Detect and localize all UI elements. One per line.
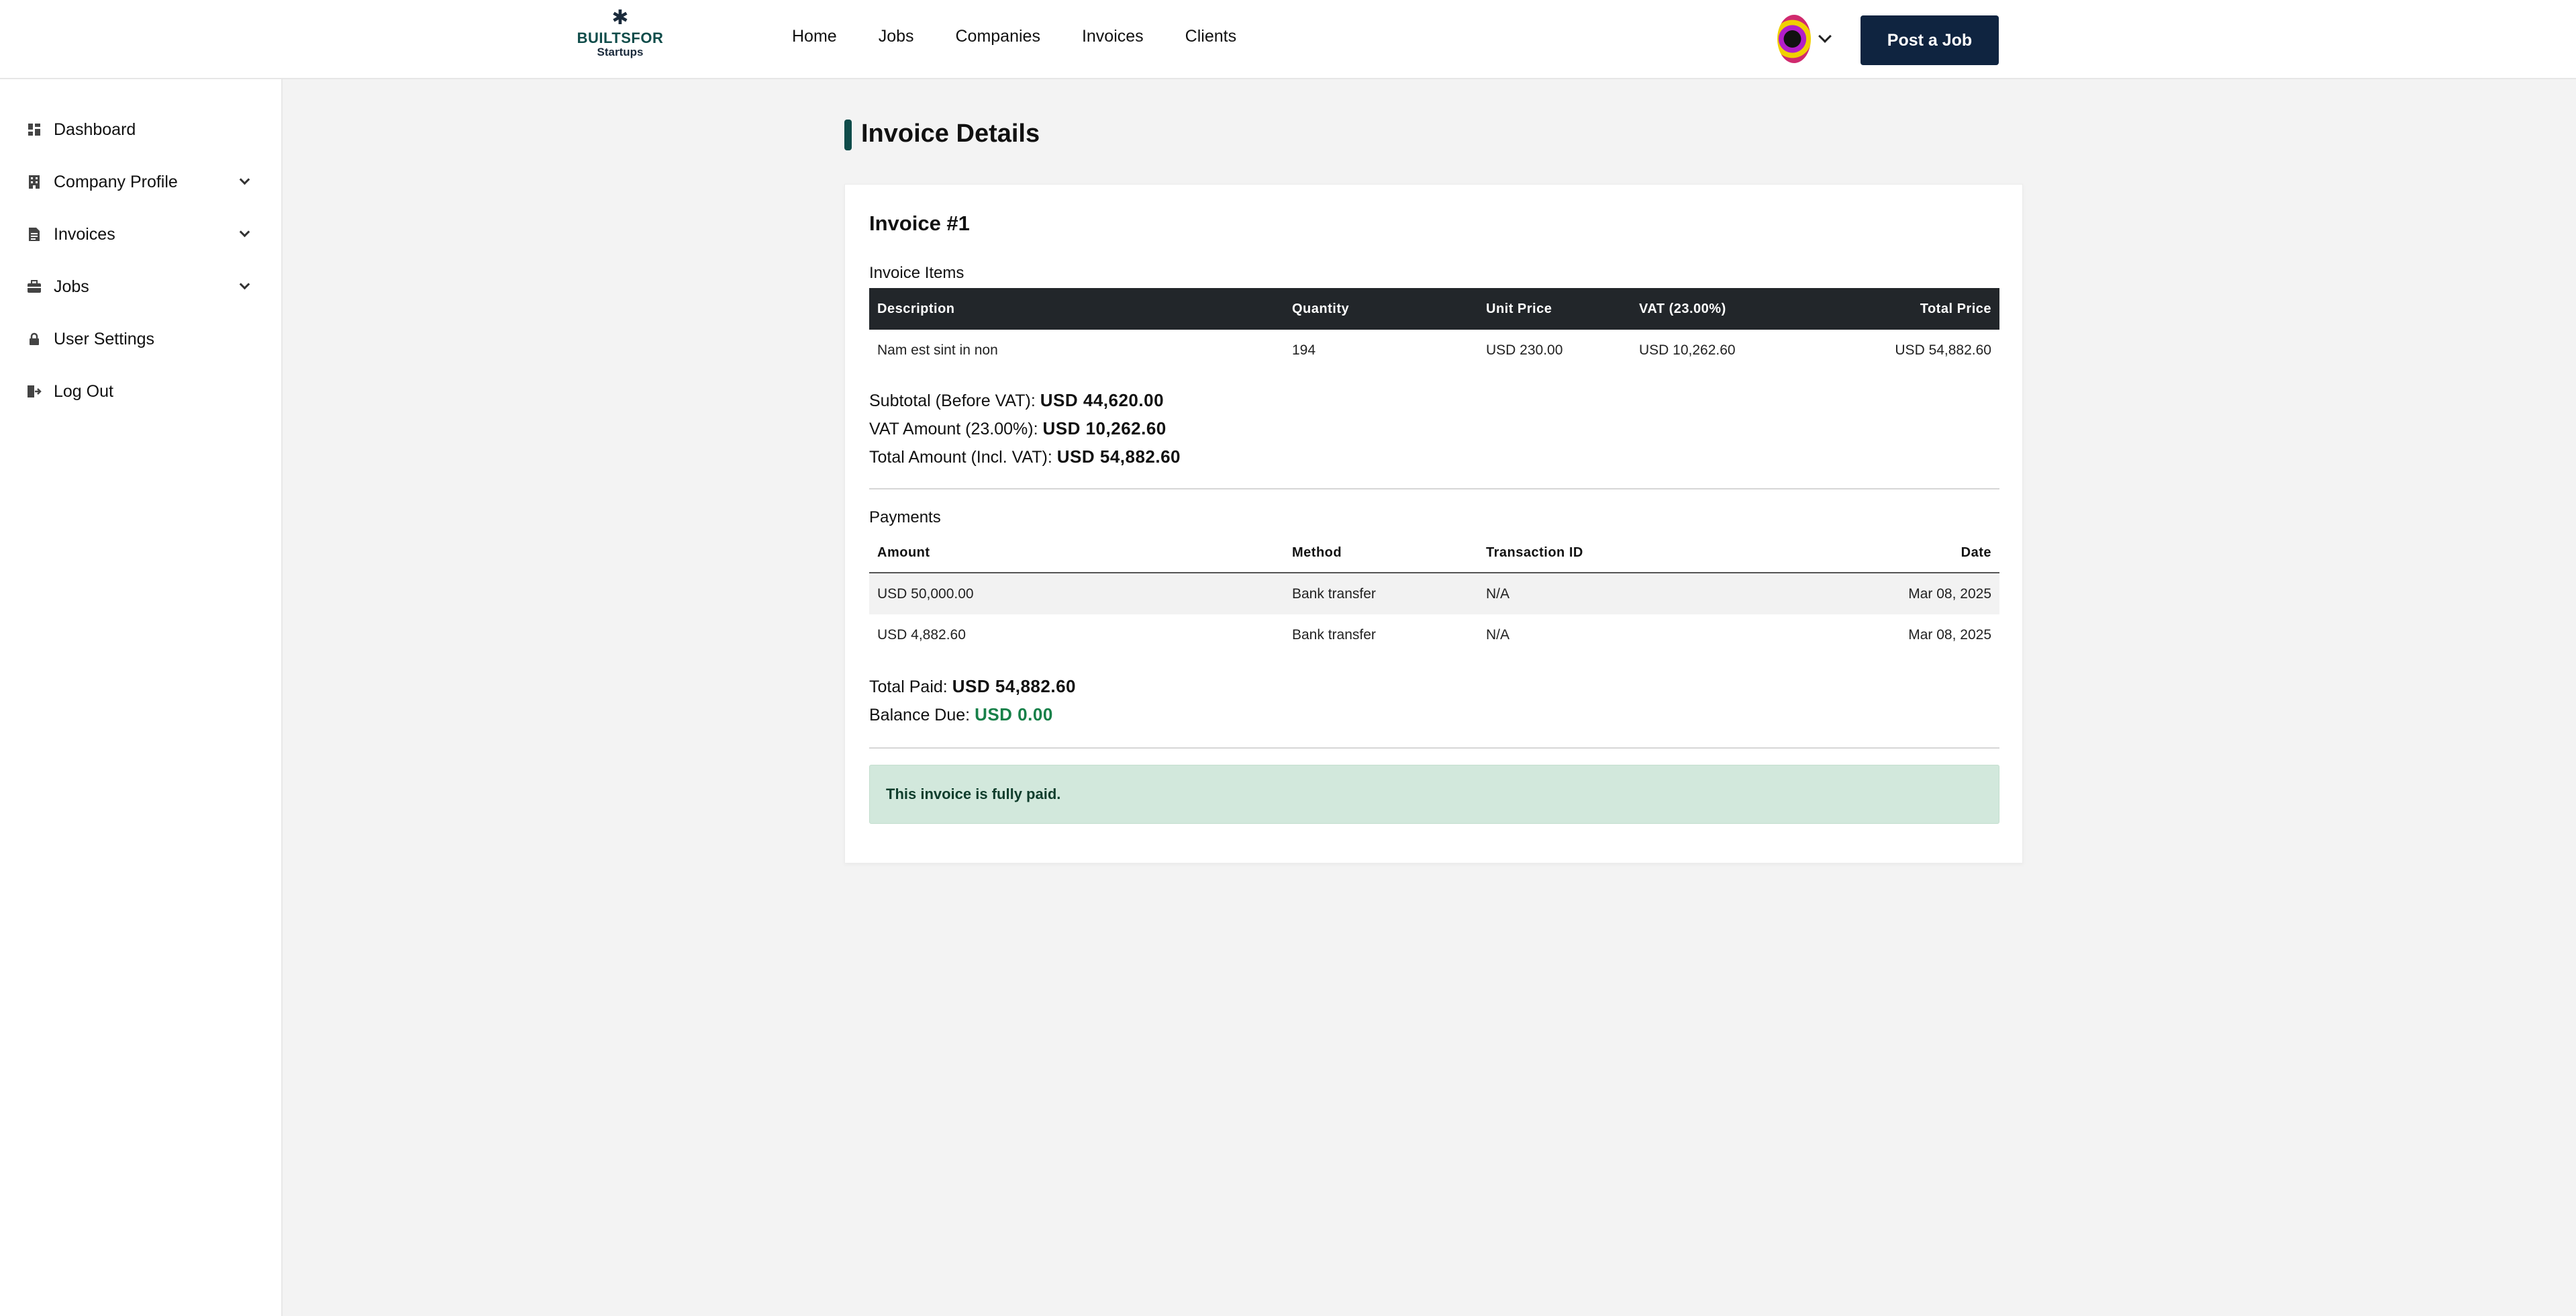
brand-tagline: Startups	[597, 46, 644, 58]
document-icon	[27, 227, 42, 242]
payment-date: Mar 08, 2025	[1908, 627, 1991, 643]
invoice-number: Invoice #1	[869, 211, 970, 235]
table-row: USD 4,882.60 Bank transfer N/A Mar 08, 2…	[869, 614, 1999, 656]
total-label: Total Amount (Incl. VAT):	[869, 448, 1052, 467]
table-header-row: Amount Method Transaction ID Date	[869, 534, 1999, 573]
nav-invoices[interactable]: Invoices	[1082, 27, 1144, 46]
invoice-card: Invoice #1 Invoice Items Description Qua…	[844, 184, 2023, 863]
invoice-items-table: Description Quantity Unit Price VAT (23.…	[869, 288, 1999, 371]
sidebar-item-jobs[interactable]: Jobs	[27, 273, 255, 300]
item-unit-price: USD 230.00	[1486, 342, 1563, 358]
sidebar: Dashboard Company Profile Invoices Jobs …	[0, 79, 283, 1316]
sidebar-item-label: Jobs	[54, 277, 89, 296]
main-nav: Home Jobs Companies Invoices Clients	[792, 27, 1278, 46]
payment-method: Bank transfer	[1292, 627, 1376, 643]
col-total-price: Total Price	[1920, 301, 1991, 316]
item-vat: USD 10,262.60	[1639, 342, 1736, 358]
payment-amount: USD 4,882.60	[877, 627, 966, 643]
nav-companies[interactable]: Companies	[956, 27, 1040, 46]
nav-jobs[interactable]: Jobs	[879, 27, 914, 46]
divider	[869, 747, 1999, 749]
chevron-down-icon[interactable]	[239, 174, 250, 185]
payments-table: Amount Method Transaction ID Date USD 50…	[869, 534, 1999, 656]
logout-icon	[27, 384, 42, 399]
col-date: Date	[1961, 545, 1991, 560]
nav-clients[interactable]: Clients	[1185, 27, 1236, 46]
payment-method: Bank transfer	[1292, 585, 1376, 602]
subtotal-label: Subtotal (Before VAT):	[869, 391, 1036, 410]
brand-mark-icon: ✱	[611, 7, 629, 29]
total-value: USD 54,882.60	[1056, 446, 1181, 467]
briefcase-icon	[27, 279, 42, 294]
divider	[869, 488, 1999, 489]
title-accent-bar	[844, 120, 852, 150]
sidebar-item-label: Log Out	[54, 381, 113, 401]
sidebar-item-user-settings[interactable]: User Settings	[27, 326, 255, 352]
invoice-items-label: Invoice Items	[869, 264, 964, 282]
payment-date: Mar 08, 2025	[1908, 585, 1991, 602]
sidebar-item-dashboard[interactable]: Dashboard	[27, 116, 255, 143]
user-avatar[interactable]	[1777, 15, 1811, 63]
sidebar-item-label: User Settings	[54, 329, 155, 348]
col-method: Method	[1292, 545, 1342, 560]
total-paid-line: Total Paid: USD 54,882.60	[869, 676, 1076, 697]
table-row: USD 50,000.00 Bank transfer N/A Mar 08, …	[869, 573, 1999, 614]
nav-home[interactable]: Home	[792, 27, 837, 46]
item-total: USD 54,882.60	[1895, 342, 1991, 358]
chevron-down-icon[interactable]	[239, 226, 250, 238]
total-paid-value: USD 54,882.60	[952, 676, 1076, 696]
top-navbar: ✱ BUILTSFOR Startups Home Jobs Companies…	[0, 0, 2576, 79]
post-job-button[interactable]: Post a Job	[1861, 15, 1999, 65]
dashboard-icon	[27, 122, 42, 137]
subtotal-line: Subtotal (Before VAT): USD 44,620.00	[869, 390, 1164, 411]
total-paid-label: Total Paid:	[869, 677, 948, 696]
sidebar-item-company-profile[interactable]: Company Profile	[27, 169, 255, 195]
lock-icon	[27, 332, 42, 346]
balance-due-label: Balance Due:	[869, 706, 971, 724]
vat-label: VAT Amount (23.00%):	[869, 420, 1038, 438]
user-menu[interactable]	[1777, 15, 1832, 63]
balance-due-value: USD 0.00	[975, 704, 1053, 724]
sidebar-item-label: Company Profile	[54, 172, 178, 191]
total-line: Total Amount (Incl. VAT): USD 54,882.60	[869, 446, 1181, 467]
table-header-row: Description Quantity Unit Price VAT (23.…	[869, 288, 1999, 330]
balance-due-line: Balance Due: USD 0.00	[869, 704, 1053, 725]
col-unit-price: Unit Price	[1486, 301, 1552, 316]
col-amount: Amount	[877, 545, 930, 560]
sidebar-item-invoices[interactable]: Invoices	[27, 221, 255, 248]
col-transaction-id: Transaction ID	[1486, 545, 1583, 560]
sidebar-item-label: Dashboard	[54, 120, 136, 139]
col-description: Description	[877, 301, 955, 316]
col-vat: VAT (23.00%)	[1639, 301, 1726, 316]
sidebar-item-log-out[interactable]: Log Out	[27, 378, 255, 405]
page-title: Invoice Details	[861, 120, 1040, 148]
chevron-down-icon[interactable]	[1818, 30, 1832, 43]
subtotal-value: USD 44,620.00	[1040, 390, 1165, 410]
payments-label: Payments	[869, 508, 941, 526]
chevron-down-icon[interactable]	[239, 279, 250, 290]
payment-amount: USD 50,000.00	[877, 585, 974, 602]
brand-name: BUILTSFOR	[577, 30, 664, 46]
sidebar-item-label: Invoices	[54, 224, 115, 244]
table-row: Nam est sint in non 194 USD 230.00 USD 1…	[869, 330, 1999, 371]
vat-value: USD 10,262.60	[1042, 418, 1167, 438]
item-quantity: 194	[1292, 342, 1316, 358]
paid-status-alert: This invoice is fully paid.	[869, 765, 1999, 824]
brand-logo[interactable]: ✱ BUILTSFOR Startups	[577, 7, 664, 64]
payment-txn: N/A	[1486, 627, 1510, 643]
building-icon	[27, 175, 42, 189]
item-description: Nam est sint in non	[877, 342, 998, 358]
col-quantity: Quantity	[1292, 301, 1350, 316]
vat-line: VAT Amount (23.00%): USD 10,262.60	[869, 418, 1167, 439]
payment-txn: N/A	[1486, 585, 1510, 602]
